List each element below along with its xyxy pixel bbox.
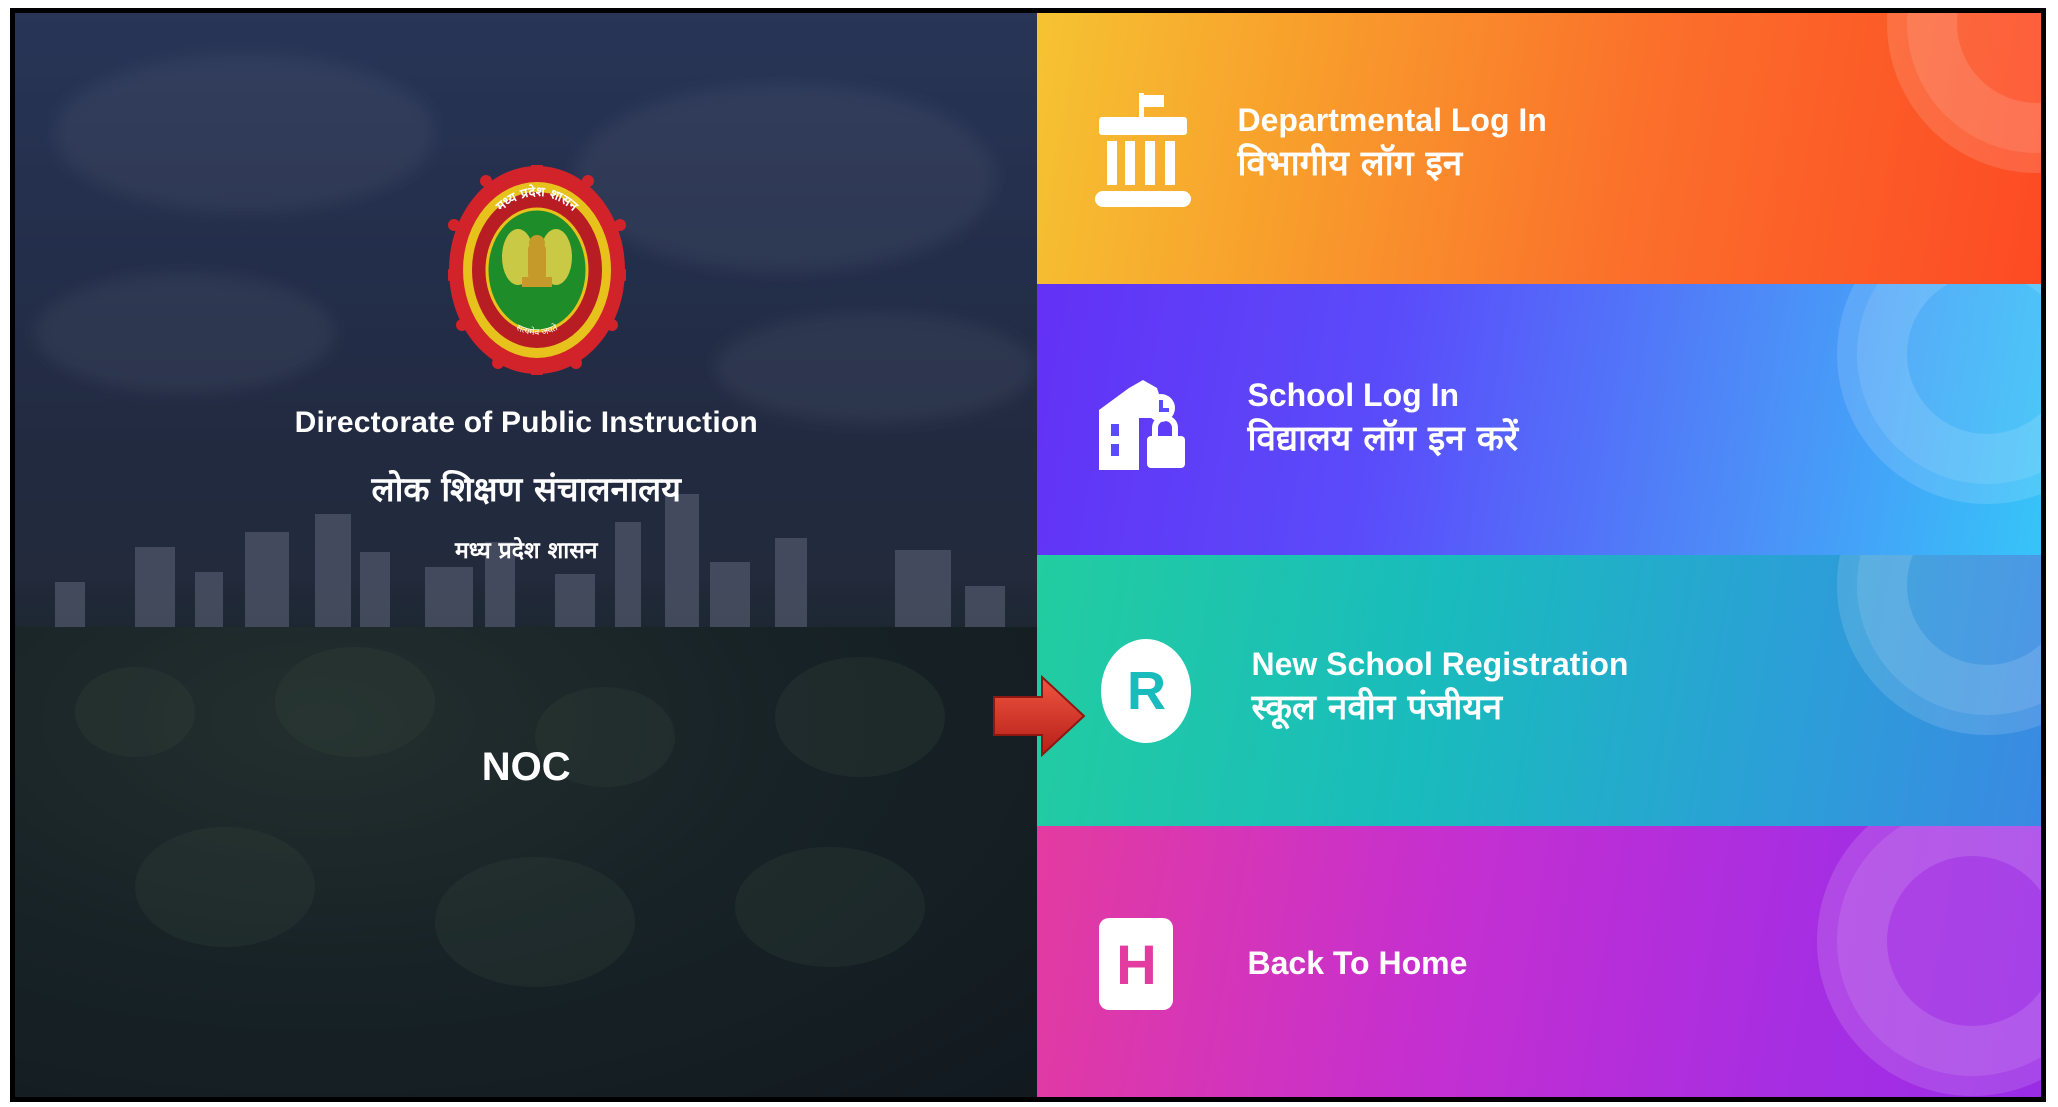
tile-label-hindi: विभागीय लॉग इन <box>1237 144 1463 184</box>
tile-label-hindi: स्कूल नवीन पंजीयन <box>1251 688 1503 728</box>
tile-label-english: Departmental Log In <box>1237 102 1547 138</box>
branding-panel: मध्य प्रदेश शासन सत्यमेव जयते Directorat… <box>15 13 1038 1097</box>
departmental-login-label: Departmental Log In विभागीय लॉग इन <box>1237 99 1546 187</box>
school-login-label: School Log In विद्यालय लॉग इन करें <box>1247 374 1518 462</box>
state-government-label: मध्य प्रदेश शासन <box>454 538 598 564</box>
tile-label-english: School Log In <box>1247 377 1460 413</box>
org-name-hindi: लोक शिक्षण संचालनालय <box>371 470 681 510</box>
tile-label-english: New School Registration <box>1251 646 1629 682</box>
tile-label-english: Back To Home <box>1247 945 1468 981</box>
registration-icon: R <box>1101 639 1192 743</box>
new-school-registration-label: New School Registration स्कूल नवीन पंजीय… <box>1251 643 1628 731</box>
org-name-english: Directorate of Public Instruction <box>294 406 758 439</box>
new-school-registration-tile[interactable]: R New School Registration स्कूल नवीन पंज… <box>1037 555 2041 826</box>
home-icon: H <box>1099 918 1174 1010</box>
app-title: NOC <box>481 745 571 789</box>
tile-label-hindi: विद्यालय लॉग इन करें <box>1247 419 1519 459</box>
pointer-arrow-icon <box>993 675 1086 757</box>
mp-government-emblem: मध्य प्रदेश शासन सत्यमेव जयते <box>448 165 626 375</box>
back-to-home-tile[interactable]: H Back To Home <box>1037 826 2041 1097</box>
back-to-home-label: Back To Home <box>1247 942 1467 984</box>
school-login-tile[interactable]: School Log In विद्यालय लॉग इन करें <box>1037 284 2041 555</box>
departmental-login-tile[interactable]: Departmental Log In विभागीय लॉग इन <box>1037 13 2041 284</box>
building-icon <box>1095 93 1192 207</box>
page-frame: मध्य प्रदेश शासन सत्यमेव जयते Directorat… <box>10 8 2046 1102</box>
login-options-panel: Departmental Log In विभागीय लॉग इन Schoo… <box>1037 13 2041 1097</box>
school-lock-icon <box>1099 380 1186 470</box>
